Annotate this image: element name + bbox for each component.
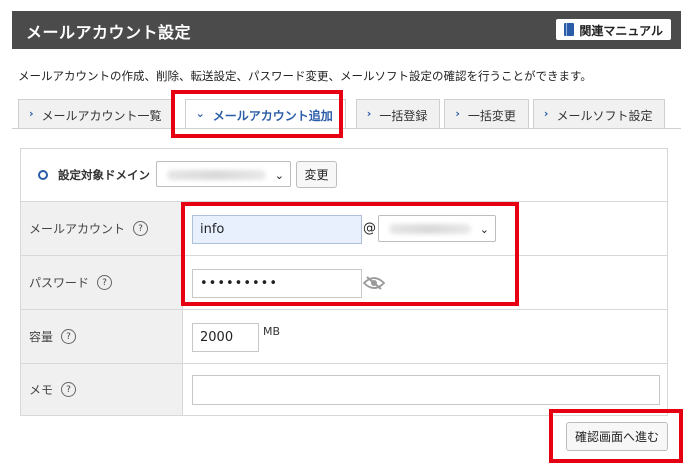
highlight-frame-tab (171, 90, 343, 138)
ring-icon (38, 170, 48, 180)
chevron-right-icon: › (29, 107, 34, 120)
capacity-row: 容量 ? 2000 MB (21, 309, 667, 363)
memo-label: メモ (29, 383, 54, 397)
help-icon[interactable]: ? (133, 221, 149, 236)
memo-row: メモ ? (21, 363, 667, 415)
help-icon[interactable]: ? (61, 329, 77, 344)
tab-mail-software-settings[interactable]: › メールソフト設定 (532, 99, 666, 129)
tab-bulk-change[interactable]: › 一括変更 (444, 99, 529, 129)
tab-label: 一括登録 (379, 109, 428, 123)
tab-account-list[interactable]: › メールアカウント一覧 (18, 99, 175, 129)
page-header: メールアカウント設定 関連マニュアル (12, 11, 681, 49)
account-label: メールアカウント (29, 222, 126, 236)
related-manual-button[interactable]: 関連マニュアル (556, 19, 671, 40)
capacity-input[interactable]: 2000 (192, 323, 259, 352)
memo-label-cell: メモ ? (21, 364, 183, 415)
help-icon[interactable]: ? (61, 382, 77, 397)
highlight-frame-fields (181, 202, 519, 306)
capacity-label: 容量 (29, 330, 54, 344)
capacity-label-cell: 容量 ? (21, 310, 183, 363)
tab-divider (12, 128, 681, 129)
chevron-right-icon: › (366, 107, 372, 120)
highlight-frame-confirm (549, 409, 683, 463)
memo-input[interactable] (192, 375, 660, 405)
domain-select[interactable]: ⌄ (156, 161, 291, 187)
domain-row: 設定対象ドメイン ⌄ 変更 (21, 149, 667, 201)
page-title: メールアカウント設定 (26, 23, 192, 42)
tab-label: メールソフト設定 (556, 109, 653, 123)
chevron-down-icon: ⌄ (274, 169, 284, 182)
related-manual-label: 関連マニュアル (579, 24, 663, 38)
book-icon (564, 23, 575, 36)
help-icon[interactable]: ? (97, 275, 113, 290)
chevron-right-icon: › (543, 107, 549, 120)
domain-value-redacted (167, 170, 266, 180)
chevron-right-icon: › (455, 107, 460, 120)
change-domain-button[interactable]: 変更 (296, 161, 337, 188)
password-label: パスワード (29, 276, 90, 290)
page-description: メールアカウントの作成、削除、転送設定、パスワード変更、メールソフト設定の確認を… (18, 69, 592, 83)
tab-label: 一括変更 (467, 109, 516, 123)
password-label-cell: パスワード ? (21, 256, 183, 309)
account-label-cell: メールアカウント ? (21, 202, 183, 255)
tab-label: メールアカウント一覧 (41, 109, 162, 123)
domain-label: 設定対象ドメイン (58, 168, 150, 182)
tab-bulk-register[interactable]: › 一括登録 (355, 99, 441, 129)
capacity-unit: MB (263, 325, 281, 338)
